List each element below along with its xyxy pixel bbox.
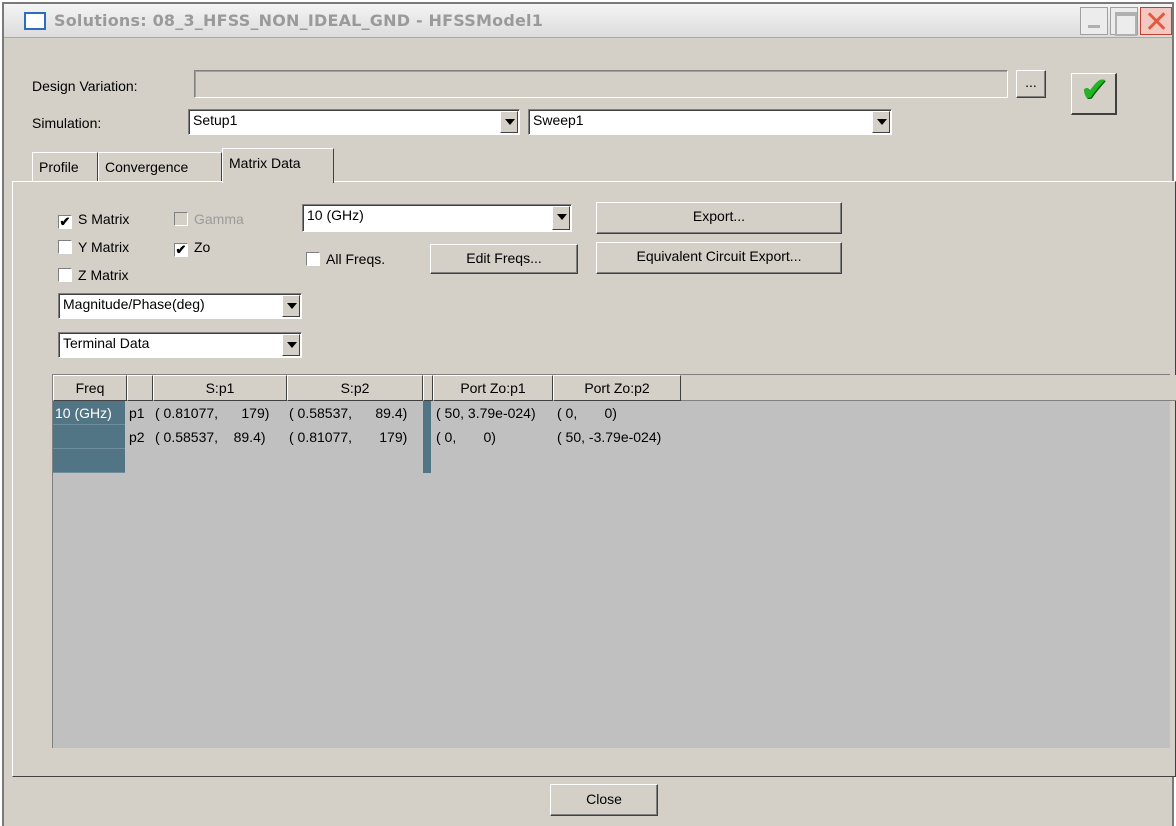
close-button[interactable]: Close bbox=[550, 784, 658, 816]
header-freq[interactable]: Freq bbox=[53, 375, 127, 401]
window-title: Solutions: 08_3_HFSS_NON_IDEAL_GND - HFS… bbox=[54, 11, 544, 30]
checkbox-box[interactable] bbox=[58, 240, 72, 254]
simulation-label: Simulation: bbox=[32, 115, 102, 131]
all-freqs-checkbox[interactable]: All Freqs. bbox=[306, 250, 385, 268]
format-dropdown[interactable]: Magnitude/Phase(deg) bbox=[58, 293, 302, 319]
header-zo-p1[interactable]: Port Zo:p1 bbox=[433, 375, 553, 401]
table-cell[interactable]: ( 0.81077, 179) bbox=[155, 401, 269, 425]
table-cell[interactable]: ( 0.58537, 89.4) bbox=[289, 401, 407, 425]
apply-button[interactable]: ✔ bbox=[1071, 70, 1117, 115]
table-cell[interactable]: ( 0, 0) bbox=[557, 401, 617, 425]
chevron-down-icon[interactable] bbox=[282, 295, 300, 317]
maximize-button[interactable] bbox=[1110, 7, 1138, 36]
table-cell[interactable]: ( 0.81077, 179) bbox=[289, 425, 407, 449]
y-matrix-checkbox[interactable]: Y Matrix bbox=[58, 238, 129, 256]
setup-dropdown[interactable]: Setup1 bbox=[188, 109, 520, 135]
checkbox-box[interactable]: ✔ bbox=[174, 243, 188, 257]
tab-profile[interactable]: Profile bbox=[32, 152, 98, 182]
setup-value: Setup1 bbox=[193, 112, 238, 128]
equivalent-circuit-export-button[interactable]: Equivalent Circuit Export... bbox=[596, 242, 842, 274]
freq-cell-empty[interactable] bbox=[53, 425, 125, 449]
format-value: Magnitude/Phase(deg) bbox=[63, 296, 205, 312]
sweep-dropdown[interactable]: Sweep1 bbox=[528, 109, 892, 135]
zo-label: Zo bbox=[194, 239, 211, 255]
design-variation-field bbox=[194, 70, 1008, 98]
checkmark-icon: ✔ bbox=[1080, 70, 1109, 110]
design-variation-browse-button[interactable]: ... bbox=[1016, 70, 1046, 98]
tab-matrix-data[interactable]: Matrix Data bbox=[222, 148, 334, 183]
checkbox-box[interactable] bbox=[58, 268, 72, 282]
chevron-down-icon[interactable] bbox=[872, 111, 890, 133]
header-port[interactable] bbox=[127, 375, 153, 401]
row-port-label[interactable]: p2 bbox=[129, 425, 145, 449]
header-s-p2[interactable]: S:p2 bbox=[287, 375, 423, 401]
minimize-button[interactable] bbox=[1080, 7, 1108, 35]
close-window-button[interactable]: ✕ bbox=[1140, 5, 1172, 40]
solutions-window: Solutions: 08_3_HFSS_NON_IDEAL_GND - HFS… bbox=[2, 2, 1176, 826]
gamma-checkbox: Gamma bbox=[174, 210, 244, 228]
chevron-down-icon[interactable] bbox=[500, 111, 518, 133]
design-variation-label: Design Variation: bbox=[32, 78, 138, 94]
row-port-label[interactable]: p1 bbox=[129, 401, 145, 425]
data-type-value: Terminal Data bbox=[63, 335, 150, 351]
column-separator bbox=[423, 401, 431, 473]
gamma-label: Gamma bbox=[194, 211, 244, 227]
tab-convergence[interactable]: Convergence bbox=[98, 152, 222, 182]
chevron-down-icon[interactable] bbox=[552, 206, 570, 230]
table-cell[interactable]: ( 50, 3.79e-024) bbox=[436, 401, 536, 425]
header-zo-p2[interactable]: Port Zo:p2 bbox=[553, 375, 681, 401]
s-matrix-checkbox[interactable]: ✔ S Matrix bbox=[58, 210, 129, 229]
export-button[interactable]: Export... bbox=[596, 202, 842, 234]
freq-cell[interactable]: 10 (GHz) bbox=[53, 401, 125, 425]
edit-freqs-button[interactable]: Edit Freqs... bbox=[430, 244, 578, 274]
y-matrix-label: Y Matrix bbox=[78, 239, 130, 255]
s-matrix-label: S Matrix bbox=[78, 211, 130, 227]
table-cell[interactable]: ( 0, 0) bbox=[436, 425, 496, 449]
data-type-dropdown[interactable]: Terminal Data bbox=[58, 332, 302, 358]
close-icon: ✕ bbox=[1144, 5, 1170, 40]
checkbox-box bbox=[174, 212, 188, 226]
zo-checkbox[interactable]: ✔ Zo bbox=[174, 238, 210, 257]
frequency-dropdown[interactable]: 10 (GHz) bbox=[302, 204, 572, 232]
table-cell[interactable]: ( 50, -3.79e-024) bbox=[557, 425, 661, 449]
z-matrix-checkbox[interactable]: Z Matrix bbox=[58, 266, 129, 284]
table-cell[interactable]: ( 0.58537, 89.4) bbox=[155, 425, 266, 449]
freq-cell-empty[interactable] bbox=[53, 449, 125, 473]
checkbox-box[interactable] bbox=[306, 252, 320, 266]
matrix-data-grid[interactable]: Freq S:p1 S:p2 Port Zo:p1 Port Zo:p2 10 … bbox=[52, 374, 1176, 748]
sweep-value: Sweep1 bbox=[533, 112, 584, 128]
chevron-down-icon[interactable] bbox=[282, 334, 300, 356]
window-icon bbox=[24, 12, 46, 30]
title-bar[interactable]: Solutions: 08_3_HFSS_NON_IDEAL_GND - HFS… bbox=[4, 4, 1172, 40]
header-separator bbox=[423, 375, 433, 401]
grid-header: Freq S:p1 S:p2 Port Zo:p1 Port Zo:p2 bbox=[53, 375, 1176, 401]
frequency-value: 10 (GHz) bbox=[307, 207, 364, 223]
z-matrix-label: Z Matrix bbox=[78, 267, 129, 283]
header-s-p1[interactable]: S:p1 bbox=[153, 375, 287, 401]
all-freqs-label: All Freqs. bbox=[326, 251, 386, 267]
checkbox-box[interactable]: ✔ bbox=[58, 215, 72, 229]
